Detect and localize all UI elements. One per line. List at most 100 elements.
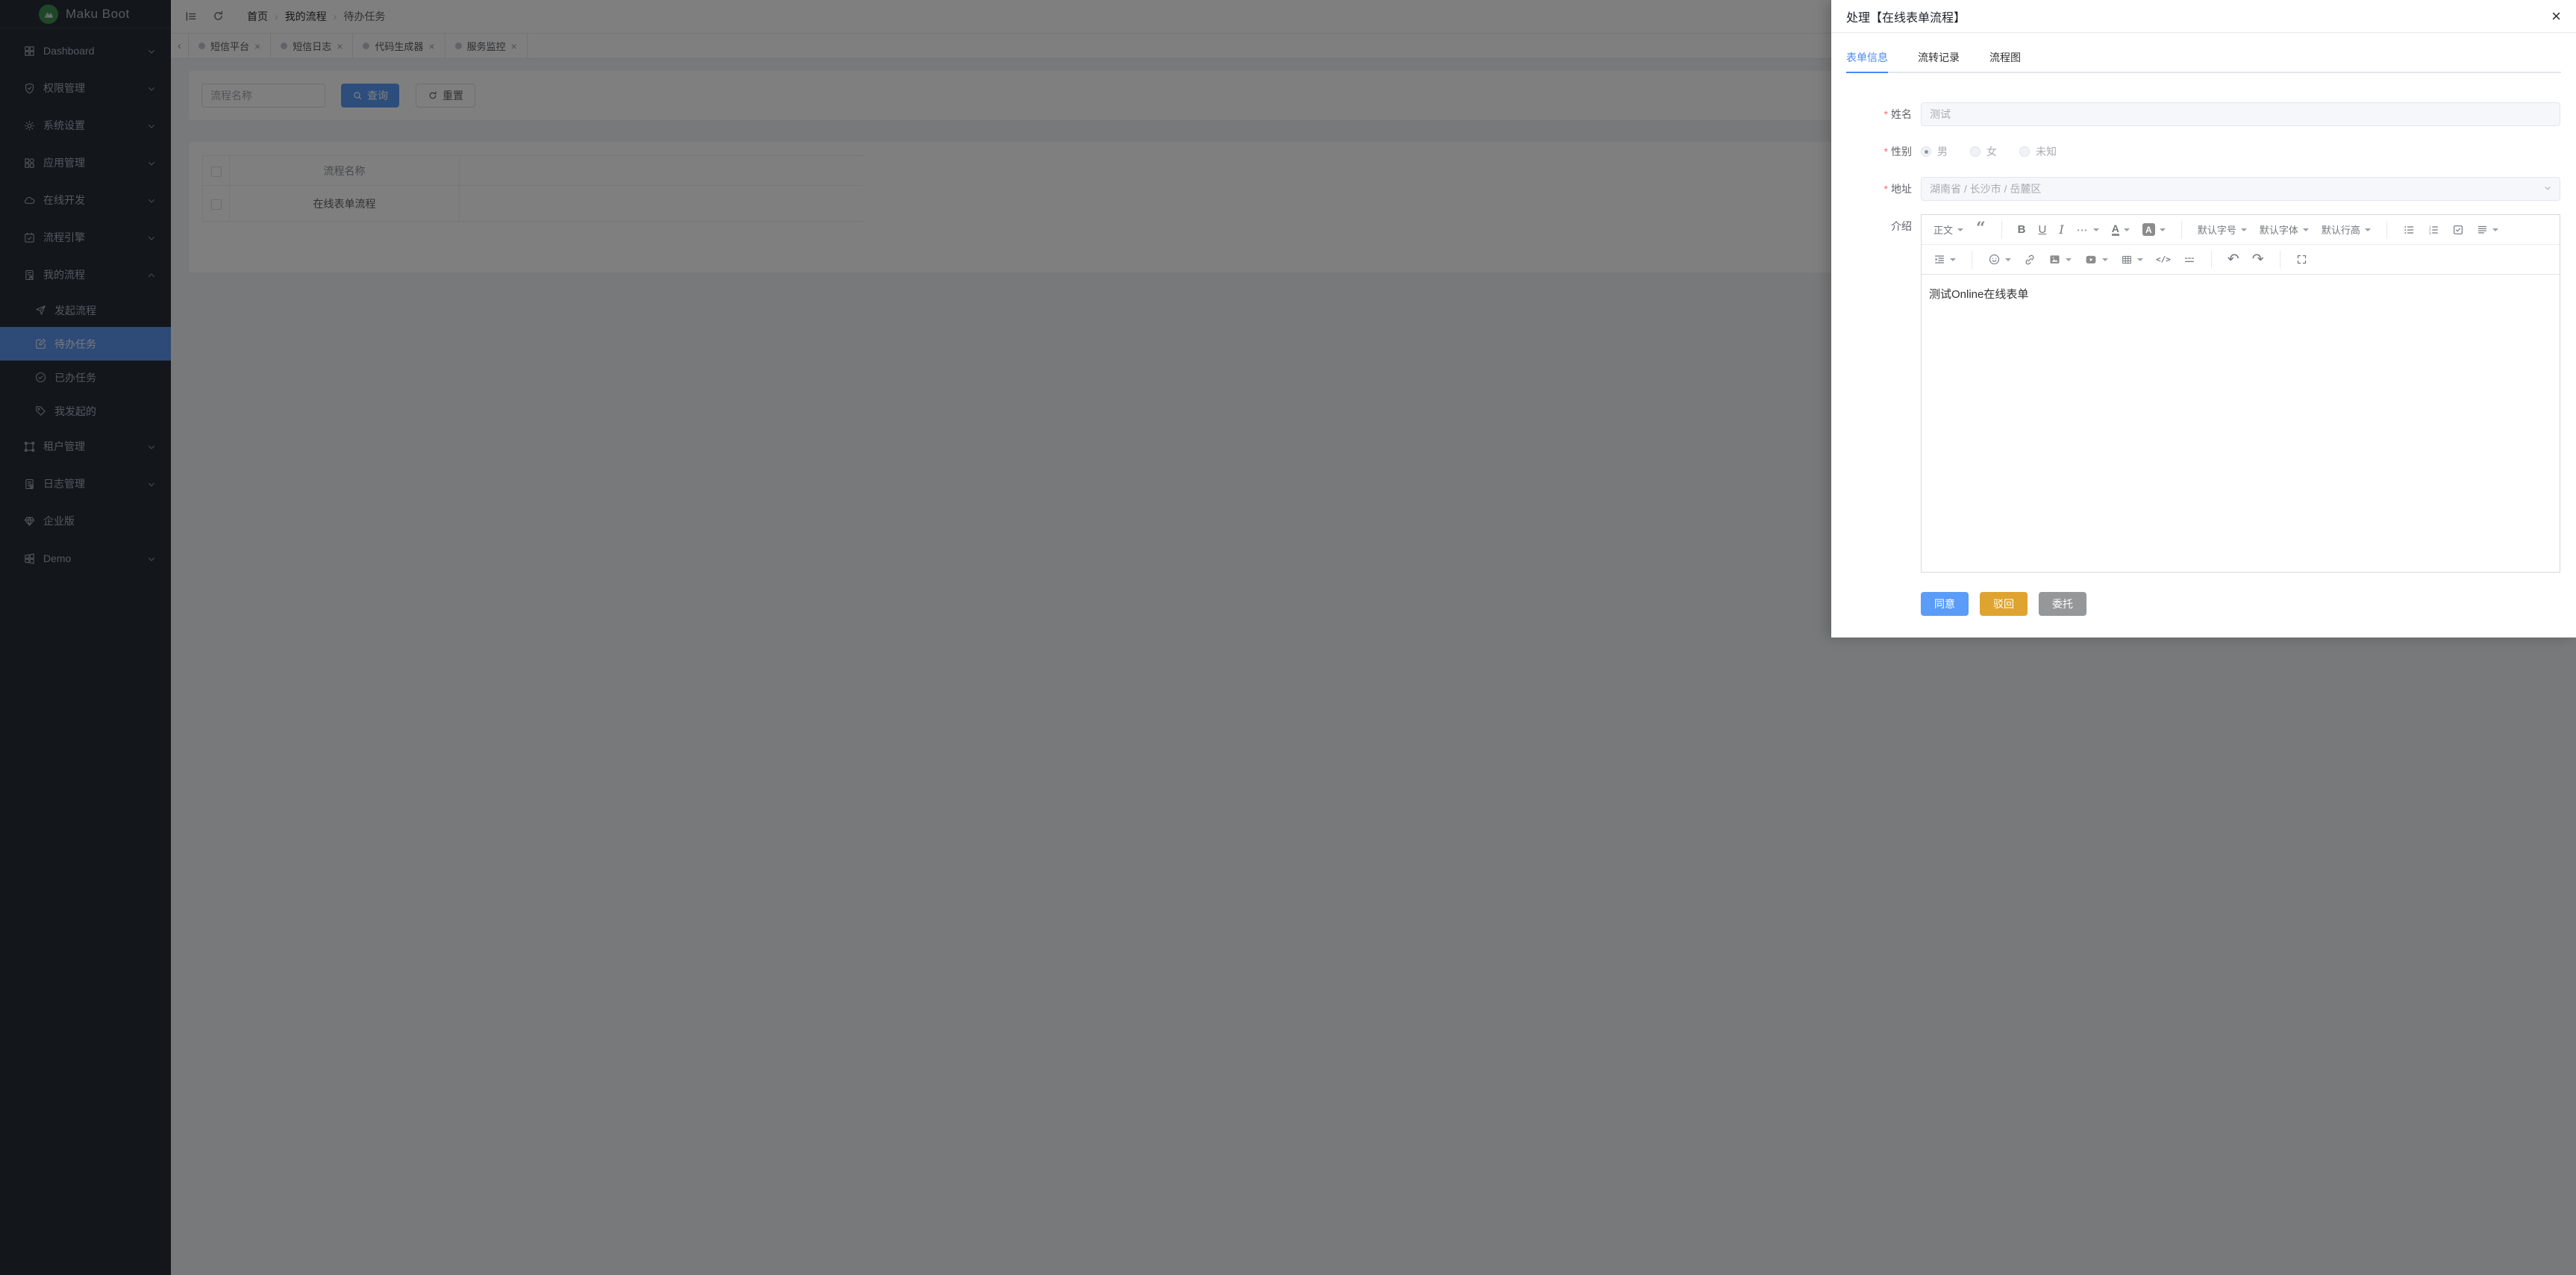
undo-icon: ↶ <box>2228 252 2239 266</box>
drawer-tabs: 表单信息流转记录流程图 <box>1846 43 2561 73</box>
gender-radio-未知[interactable]: 未知 <box>2019 144 2057 159</box>
process-form: *姓名 测试 *性别 男女未知 *地址 湖南省 / 长沙市 / 岳麓区 <box>1831 102 2576 573</box>
address-select[interactable]: 湖南省 / 长沙市 / 岳麓区 <box>1921 177 2560 201</box>
caret-down-icon <box>2160 228 2166 231</box>
required-asterisk: * <box>1884 108 1888 120</box>
font-color-dropdown[interactable]: A <box>2112 223 2130 237</box>
radio-label: 未知 <box>2036 144 2057 159</box>
bold-button[interactable]: B <box>2018 223 2026 236</box>
todo-list-icon <box>2452 224 2464 236</box>
radio-circle-icon <box>1921 146 1931 157</box>
name-field[interactable]: 测试 <box>1921 102 2560 126</box>
rich-text-editor: 正文 “ BUI ⋯ A A 默认字号 默认字体默认行高 123 </> ↶ ↷ 测试Online在… <box>1921 214 2560 573</box>
insert-table-dropdown[interactable] <box>2121 254 2143 266</box>
image-icon <box>2048 253 2061 266</box>
more-styles-icon: ⋯ <box>2077 223 2089 237</box>
drawer-header: 处理【在线表单流程】 × <box>1831 0 2576 33</box>
name-label: *姓名 <box>1831 102 1921 126</box>
toolbar-dropdown-label: 默认字号 <box>2198 222 2236 237</box>
todo-list-button[interactable] <box>2452 224 2464 236</box>
bg-color-icon: A <box>2142 223 2155 236</box>
caret-down-icon <box>2241 228 2247 231</box>
align-dropdown[interactable] <box>2477 224 2498 235</box>
editor-paragraph: 测试Online在线表单 <box>1929 286 2552 302</box>
italic-icon: I <box>2059 222 2063 237</box>
drawer-title: 处理【在线表单流程】 <box>1846 7 1966 25</box>
insert-video-dropdown[interactable] <box>2084 253 2108 266</box>
form-row-name: *姓名 测试 <box>1831 102 2576 126</box>
radio-circle-icon <box>1970 146 1981 157</box>
more-styles-dropdown[interactable]: ⋯ <box>2077 223 2099 237</box>
caret-down-icon <box>2005 258 2011 261</box>
gender-radio-女[interactable]: 女 <box>1970 144 1997 159</box>
paragraph-style-dropdown[interactable]: 正文 <box>1933 222 1963 237</box>
required-asterisk: * <box>1884 183 1888 195</box>
link-icon <box>2024 254 2036 266</box>
drawer-tab-流转记录[interactable]: 流转记录 <box>1918 43 1960 73</box>
form-row-address: *地址 湖南省 / 长沙市 / 岳麓区 <box>1831 177 2576 201</box>
caret-down-icon <box>2365 228 2371 231</box>
drawer-footer: 同意驳回委托 <box>1921 592 2576 616</box>
editor-content[interactable]: 测试Online在线表单 <box>1922 275 2560 572</box>
caret-down-icon <box>2066 258 2072 261</box>
blockquote-button[interactable]: “ <box>1976 225 1986 235</box>
caret-down-icon <box>2124 228 2130 231</box>
delegate-button[interactable]: 委托 <box>2039 592 2086 616</box>
intro-label: 介绍 <box>1831 214 1921 238</box>
ordered-list-button[interactable]: 123 <box>2427 224 2439 236</box>
bg-color-dropdown[interactable]: A <box>2142 223 2166 236</box>
indent-dropdown[interactable] <box>1933 254 1956 266</box>
caret-down-icon <box>2102 258 2108 261</box>
caret-down-icon <box>2492 228 2498 231</box>
ordered-list-icon: 123 <box>2427 224 2439 236</box>
underline-icon: U <box>2039 223 2047 236</box>
font-size-dropdown[interactable]: 默认字号 <box>2198 222 2247 237</box>
font-color-icon: A <box>2112 223 2119 237</box>
gender-radio-男[interactable]: 男 <box>1921 144 1948 159</box>
redo-button[interactable]: ↷ <box>2252 252 2264 266</box>
caret-down-icon <box>2093 228 2099 231</box>
drawer-close-icon[interactable]: × <box>2551 8 2561 25</box>
line-height-dropdown[interactable]: 默认行高 <box>2322 222 2371 237</box>
reject-button[interactable]: 驳回 <box>1980 592 2028 616</box>
drawer-tab-表单信息[interactable]: 表单信息 <box>1846 43 1888 73</box>
video-icon <box>2084 253 2098 266</box>
italic-button[interactable]: I <box>2059 222 2063 237</box>
undo-button[interactable]: ↶ <box>2228 252 2239 266</box>
fullscreen-icon <box>2296 254 2307 265</box>
align-icon <box>2477 224 2488 235</box>
bullet-list-button[interactable] <box>2403 224 2415 236</box>
radio-label: 女 <box>1986 144 1997 159</box>
radio-circle-icon <box>2019 146 2030 157</box>
approve-button[interactable]: 同意 <box>1921 592 1969 616</box>
font-family-dropdown[interactable]: 默认字体 <box>2260 222 2309 237</box>
emoji-icon <box>1988 253 2001 266</box>
fullscreen-button[interactable] <box>2296 254 2307 265</box>
caret-down-icon <box>2303 228 2309 231</box>
radio-label: 男 <box>1937 144 1948 159</box>
toolbar-separator <box>2211 251 2212 269</box>
caret-down-icon <box>2137 258 2143 261</box>
toolbar-separator <box>2386 221 2387 239</box>
insert-image-dropdown[interactable] <box>2048 253 2072 266</box>
underline-button[interactable]: U <box>2039 223 2047 236</box>
process-drawer: 处理【在线表单流程】 × 表单信息流转记录流程图 *姓名 测试 *性别 男女未知… <box>1831 0 2576 638</box>
editor-toolbar-row1: 正文 “ BUI ⋯ A A 默认字号 默认字体默认行高 123 <box>1922 215 2560 245</box>
insert-link-button[interactable] <box>2024 254 2036 266</box>
svg-text:3: 3 <box>2429 231 2431 235</box>
emoji-dropdown[interactable] <box>1988 253 2011 266</box>
toolbar-dropdown-label: 默认行高 <box>2322 222 2360 237</box>
caret-down-icon <box>1957 228 1963 231</box>
form-row-intro: 介绍 正文 “ BUI ⋯ A A 默认字号 默认字体默认行高 123 </> ↶ ↷ 测试Onli… <box>1831 214 2576 573</box>
redo-icon: ↷ <box>2252 252 2264 266</box>
indent-icon <box>1933 254 1945 266</box>
gender-radio-group: 男 女 未知 <box>1921 140 2560 163</box>
editor-toolbar-row2: </> ↶ ↷ <box>1922 245 2560 275</box>
table-icon <box>2121 254 2133 266</box>
drawer-tab-流程图[interactable]: 流程图 <box>1989 43 2021 73</box>
bold-icon: B <box>2018 223 2026 236</box>
divider-button[interactable] <box>2183 254 2195 266</box>
toolbar-separator <box>2181 221 2182 239</box>
toolbar-dropdown-label: 正文 <box>1933 222 1953 237</box>
code-block-button[interactable]: </> <box>2156 255 2171 264</box>
